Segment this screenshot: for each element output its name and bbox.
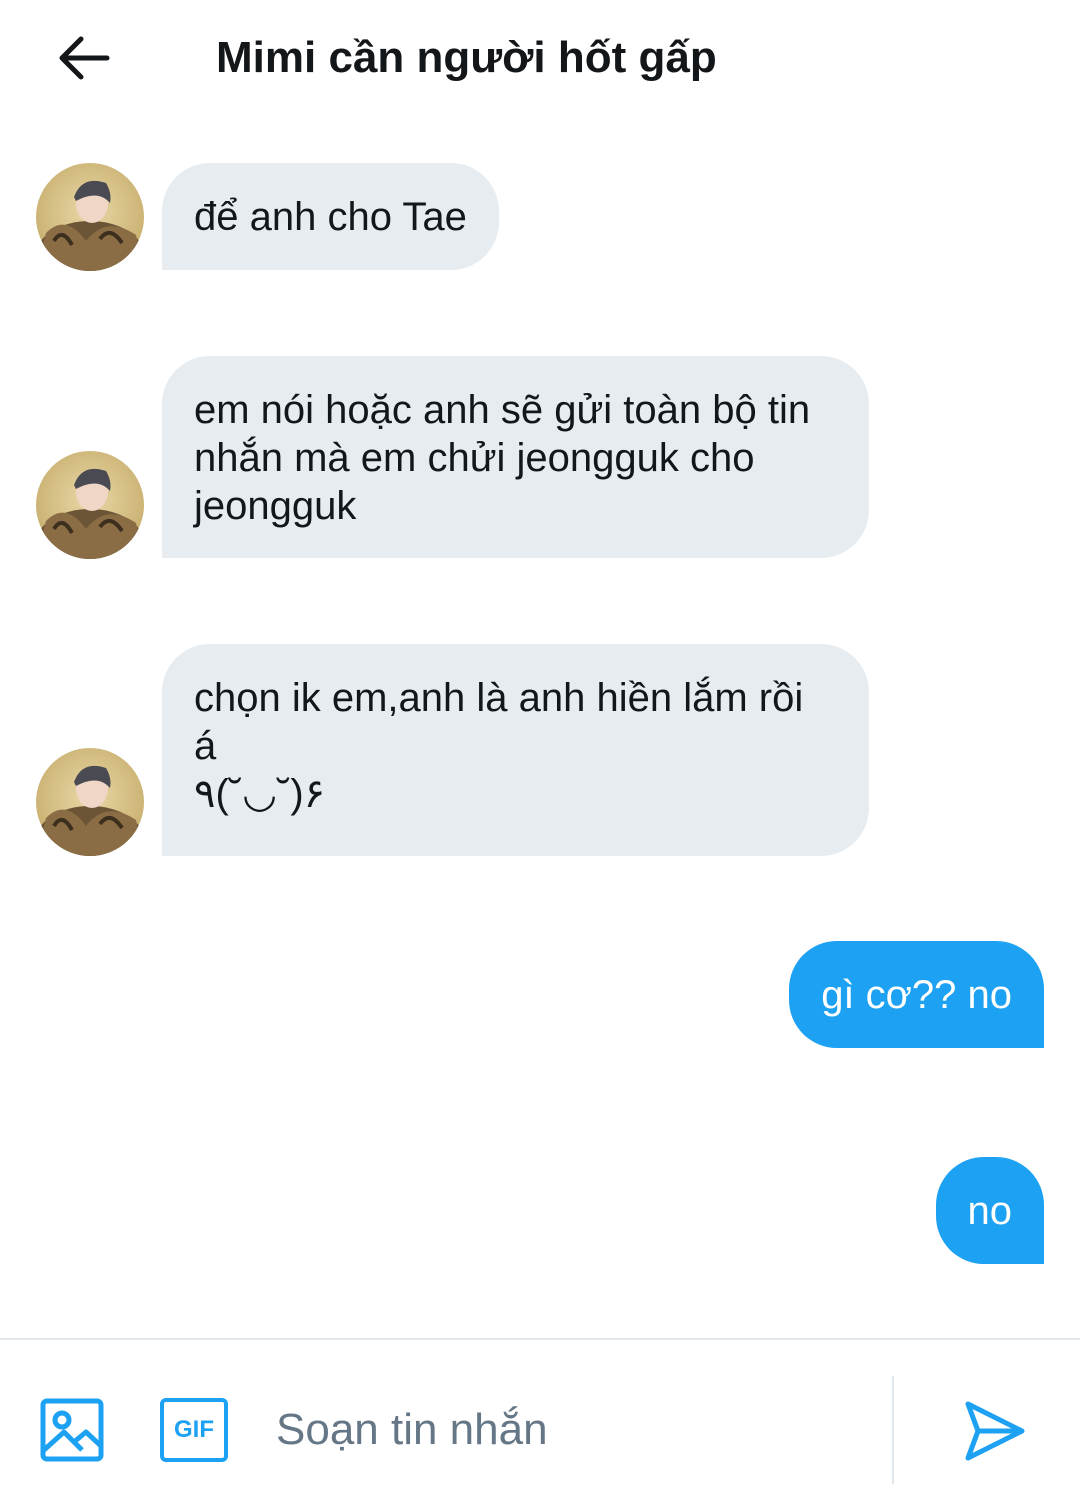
send-button[interactable] <box>962 1398 1028 1464</box>
incoming-message-bubble[interactable]: để anh cho Tae <box>162 163 499 270</box>
add-image-button[interactable] <box>40 1398 104 1462</box>
sender-avatar[interactable] <box>36 748 144 856</box>
conversation-title: Mimi cần người hốt gấp <box>216 33 717 82</box>
conversation-header: Mimi cần người hốt gấp <box>0 0 1080 118</box>
arrow-left-icon <box>59 36 110 80</box>
message-composer: GIF <box>0 1338 1080 1500</box>
sender-avatar[interactable] <box>36 451 144 559</box>
message-input[interactable] <box>276 1398 866 1462</box>
add-gif-button[interactable]: GIF <box>160 1398 228 1462</box>
back-button[interactable] <box>54 28 114 88</box>
image-icon <box>40 1398 104 1462</box>
outgoing-message-bubble[interactable]: gì cơ?? no <box>789 941 1044 1048</box>
incoming-message-bubble[interactable]: em nói hoặc anh sẽ gửi toàn bộ tin nhắn … <box>162 356 869 558</box>
incoming-message-bubble[interactable]: chọn ik em,anh là anh hiền lắm rồi á ٩(˘… <box>162 644 869 856</box>
send-icon <box>965 1401 1025 1461</box>
outgoing-message-bubble[interactable]: no <box>935 1157 1044 1264</box>
composer-divider <box>892 1376 894 1484</box>
sender-avatar[interactable] <box>36 163 144 271</box>
